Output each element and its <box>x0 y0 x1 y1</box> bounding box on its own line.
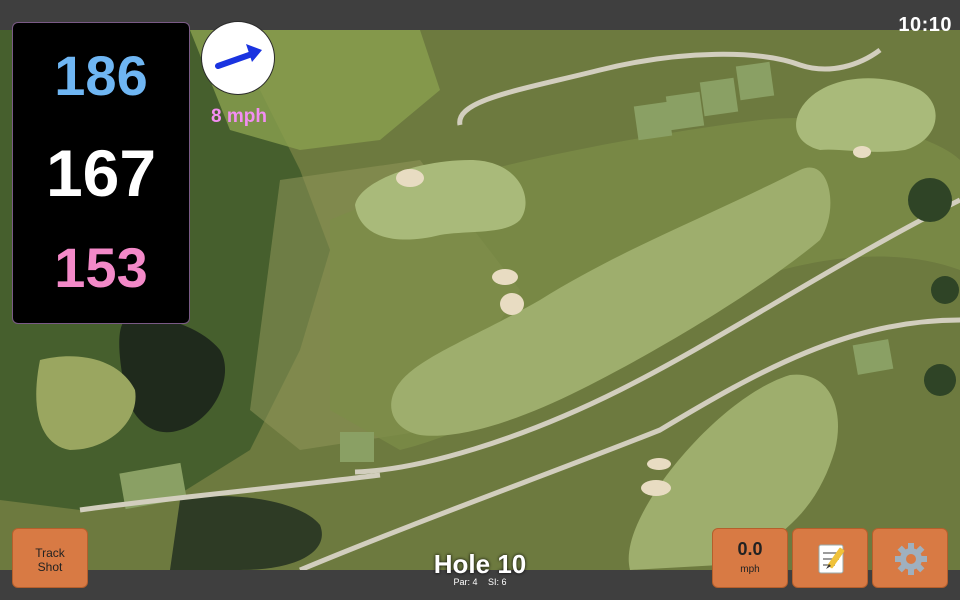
clock: 10:10 <box>898 14 952 36</box>
wind-button-unit: mph <box>740 564 760 575</box>
hole-par: Par: 4 <box>453 577 478 587</box>
distance-panel: 186 167 153 <box>12 22 190 324</box>
track-shot-label-line2: Shot <box>37 560 63 574</box>
back-distance: 186 <box>54 44 148 107</box>
hole-stroke-index: SI: 6 <box>488 577 507 587</box>
middle-distance: 167 <box>45 136 157 210</box>
gear-icon <box>895 543 927 575</box>
settings-button[interactable] <box>872 528 948 588</box>
wind-arrow-icon <box>215 44 262 69</box>
hole-title: Hole 10 <box>433 549 527 579</box>
wind-speed-label: 8 mph <box>211 106 267 127</box>
track-shot-label-line1: Track <box>35 546 65 560</box>
wind-direction-indicator <box>202 22 274 94</box>
notepad-icon <box>818 544 845 574</box>
track-shot-button[interactable]: Track Shot <box>12 528 88 588</box>
wind-button-value: 0.0 <box>737 539 763 559</box>
wind-button[interactable]: 0.0 mph <box>712 528 788 588</box>
hole-info: Par: 4 SI: 6 <box>380 577 580 587</box>
notes-button[interactable] <box>792 528 868 588</box>
front-distance: 153 <box>54 236 148 299</box>
